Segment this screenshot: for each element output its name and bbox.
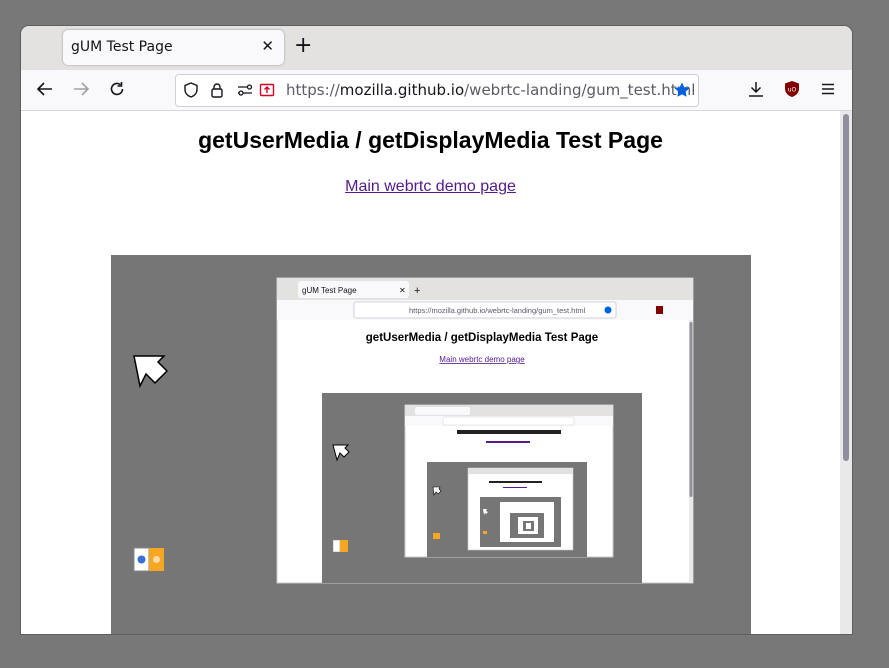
lock-icon[interactable] [208,81,226,99]
url-bar[interactable]: https://mozilla.github.io/webrtc-landing… [175,74,699,107]
nested-page-title: getUserMedia / getDisplayMedia Test Page [366,332,598,344]
menu-icon[interactable] [817,78,839,100]
url-protocol: https:// [286,81,340,99]
browser-window: gUM Test Page ✕ + https://mozilla.github… [21,26,852,634]
main-demo-link[interactable]: Main webrtc demo page [21,178,840,196]
page-title: getUserMedia / getDisplayMedia Test Page [198,127,663,153]
cursor-icon [133,355,169,389]
nav-bar: https://mozilla.github.io/webrtc-landing… [21,70,852,111]
nested-url: https://mozilla.github.io/webrtc-landing… [409,306,586,315]
shield-icon[interactable] [182,81,200,99]
svg-text:✕: ✕ [399,286,406,295]
close-icon[interactable]: ✕ [261,37,274,55]
new-tab-button[interactable]: + [294,35,312,57]
screen-share-video: gUM Test Page ✕ + https://mozilla.github… [111,255,751,634]
back-icon[interactable] [34,78,56,100]
forward-icon[interactable] [70,78,92,100]
nested-browser: gUM Test Page ✕ + https://mozilla.github… [276,277,694,584]
tab-gum-test[interactable]: gUM Test Page ✕ [63,30,284,65]
url-domain: mozilla.github.io [339,81,465,99]
reload-icon[interactable] [106,78,128,100]
app-icon [133,547,164,572]
url-path: /webrtc-landing/gum_test.html [464,81,696,99]
tab-strip: gUM Test Page ✕ + [21,26,852,70]
bookmark-star-icon[interactable] [673,81,691,99]
page-scrollbar[interactable] [840,111,852,634]
page-content: getUserMedia / getDisplayMedia Test Page… [21,111,852,634]
tab-title: gUM Test Page [71,39,173,55]
svg-text:uO: uO [788,87,797,94]
video-frame: gUM Test Page ✕ + https://mozilla.github… [133,277,694,584]
nested-link: Main webrtc demo page [439,355,525,364]
svg-text:+: + [414,285,420,297]
downloads-icon[interactable] [745,78,767,100]
screen-share-icon[interactable] [258,81,276,99]
url-text[interactable]: https://mozilla.github.io/webrtc-landing… [286,81,695,99]
ublock-icon[interactable]: uO [781,78,803,100]
nested-tab-title: gUM Test Page [302,286,357,295]
permissions-icon[interactable] [236,81,254,99]
scrollbar-thumb[interactable] [843,114,849,461]
